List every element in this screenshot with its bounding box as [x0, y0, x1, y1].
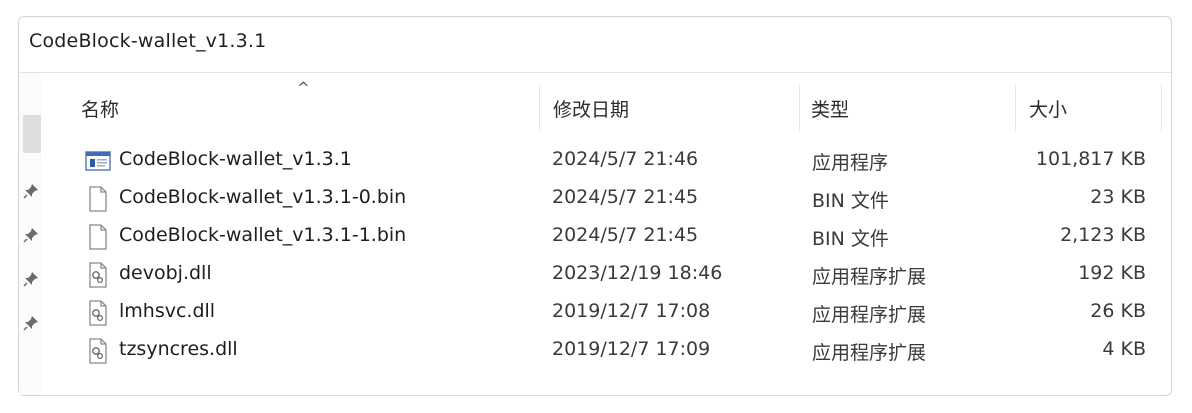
- file-date: 2024/5/7 21:45: [552, 224, 699, 246]
- pin-icon[interactable]: [23, 227, 39, 243]
- file-size: 4 KB: [1102, 338, 1146, 360]
- dll-icon: [89, 262, 107, 288]
- file-size: 101,817 KB: [1035, 148, 1146, 170]
- file-icon: [89, 186, 107, 212]
- file-size: 26 KB: [1090, 300, 1146, 322]
- address-bar[interactable]: CodeBlock-wallet_v1.3.1: [19, 17, 1171, 73]
- column-header-type[interactable]: 类型: [811, 95, 849, 122]
- pin-icon[interactable]: [23, 315, 39, 331]
- file-row[interactable]: devobj.dll 2023/12/19 18:46 应用程序扩展 192 K…: [77, 257, 1157, 293]
- file-explorer-window: CodeBlock-wallet_v1.3.1 ^ 名称 修改日期 类型 大小: [18, 16, 1172, 396]
- file-date: 2024/5/7 21:46: [552, 148, 699, 170]
- column-divider[interactable]: [1015, 85, 1016, 131]
- file-icon: [89, 224, 107, 250]
- file-size: 192 KB: [1078, 262, 1146, 284]
- sort-ascending-icon: ^: [297, 79, 310, 97]
- column-divider[interactable]: [1161, 85, 1162, 131]
- file-name[interactable]: CodeBlock-wallet_v1.3.1-0.bin: [119, 186, 406, 208]
- file-name[interactable]: tzsyncres.dll: [119, 338, 238, 360]
- file-type: 应用程序扩展: [812, 304, 927, 326]
- column-divider[interactable]: [799, 85, 800, 131]
- file-date: 2023/12/19 18:46: [552, 262, 723, 284]
- address-path[interactable]: CodeBlock-wallet_v1.3.1: [29, 30, 266, 52]
- file-type: 应用程序扩展: [812, 342, 927, 364]
- column-header-date[interactable]: 修改日期: [553, 95, 629, 122]
- column-header-name[interactable]: 名称: [81, 95, 119, 122]
- file-row[interactable]: lmhsvc.dll 2019/12/7 17:08 应用程序扩展 26 KB: [77, 295, 1157, 331]
- file-name[interactable]: lmhsvc.dll: [119, 300, 215, 322]
- column-divider[interactable]: [539, 85, 540, 131]
- column-header-size[interactable]: 大小: [1029, 95, 1067, 122]
- navigation-pane: [19, 73, 41, 395]
- dll-icon: [89, 300, 107, 326]
- file-name[interactable]: CodeBlock-wallet_v1.3.1-1.bin: [119, 224, 406, 246]
- file-name[interactable]: devobj.dll: [119, 262, 212, 284]
- application-icon: [85, 151, 111, 171]
- scrollbar-thumb[interactable]: [23, 115, 41, 153]
- file-row[interactable]: tzsyncres.dll 2019/12/7 17:09 应用程序扩展 4 K…: [77, 333, 1157, 369]
- file-date: 2024/5/7 21:45: [552, 186, 699, 208]
- file-row[interactable]: CodeBlock-wallet_v1.3.1-0.bin 2024/5/7 2…: [77, 181, 1157, 217]
- file-type: BIN 文件: [812, 190, 889, 212]
- file-size: 2,123 KB: [1060, 224, 1146, 246]
- dll-icon: [89, 338, 107, 364]
- column-header-row: ^ 名称 修改日期 类型 大小: [67, 79, 1167, 133]
- file-size: 23 KB: [1090, 186, 1146, 208]
- file-row[interactable]: CodeBlock-wallet_v1.3.1-1.bin 2024/5/7 2…: [77, 219, 1157, 255]
- file-date: 2019/12/7 17:09: [552, 338, 711, 360]
- pin-icon[interactable]: [23, 271, 39, 287]
- pin-icon[interactable]: [23, 183, 39, 199]
- file-row[interactable]: CodeBlock-wallet_v1.3.1 2024/5/7 21:46 应…: [77, 143, 1157, 179]
- file-date: 2019/12/7 17:08: [552, 300, 711, 322]
- file-type: BIN 文件: [812, 228, 889, 250]
- file-type: 应用程序扩展: [812, 266, 927, 288]
- file-name[interactable]: CodeBlock-wallet_v1.3.1: [119, 148, 352, 170]
- file-type: 应用程序: [812, 152, 889, 174]
